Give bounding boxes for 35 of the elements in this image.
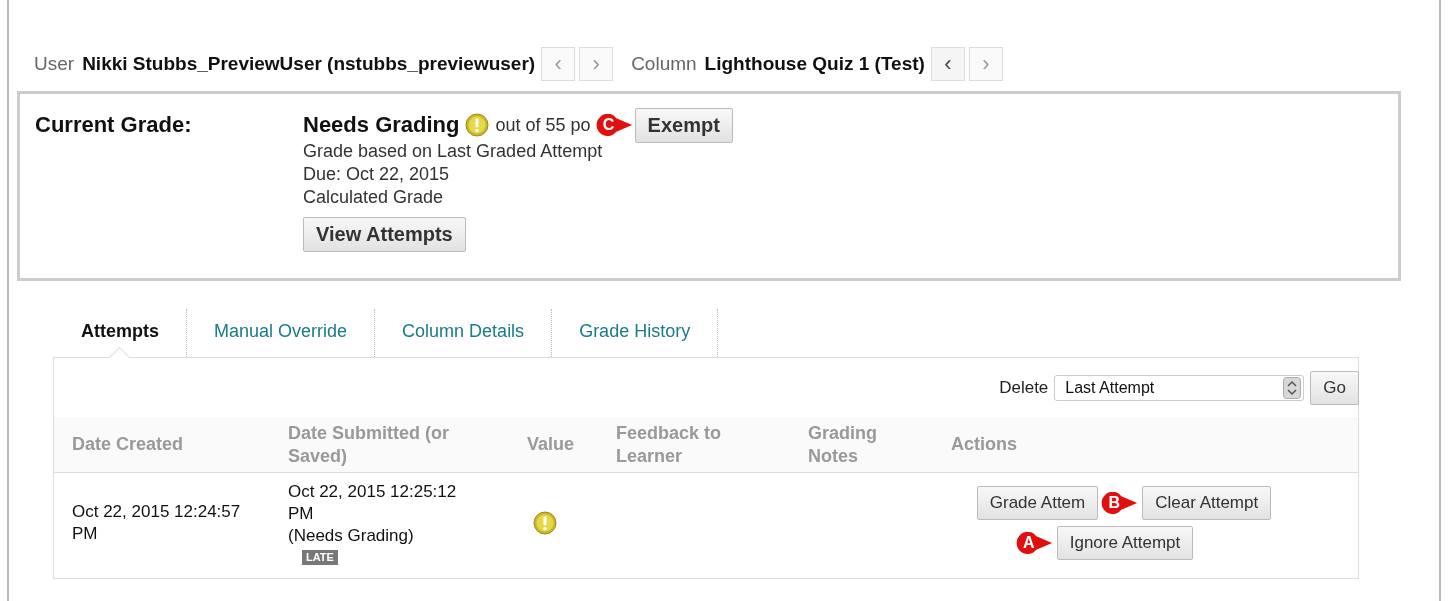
grade-info-text: Calculated Grade (303, 186, 444, 209)
up-down-arrows-icon (1283, 377, 1302, 399)
column-name: Lighthouse Quiz 1 (Test) (704, 53, 925, 75)
points-text: out of 55 po (495, 114, 591, 136)
action-button[interactable]: Grade Attem (976, 486, 1099, 520)
user-name: Nikki Stubbs_PreviewUser (nstubbs_previewuser) (82, 53, 536, 75)
exempt-button[interactable]: Exempt (634, 107, 733, 143)
table-cell-text: Oct 22, 2015 12:24:57 PM (71, 501, 242, 545)
current-grade-label: Current Grade: (35, 112, 193, 139)
callout-marker: B (1100, 489, 1141, 517)
table-cell-text: Oct 22, 2015 12:25:12 PM (288, 481, 458, 525)
user-label: User (34, 53, 75, 75)
warning-icon (533, 511, 557, 535)
column-header: Value (509, 417, 598, 473)
grade-status: Needs Grading (303, 112, 460, 138)
column-header: Grading Notes (790, 417, 933, 473)
action-button[interactable]: Ignore Attempt (1056, 526, 1194, 560)
view-attempts-button[interactable]: View Attempts (303, 217, 466, 252)
callout-marker: C (594, 111, 635, 139)
column-header: Feedback to Learner (598, 417, 790, 473)
late-badge: LATE (302, 550, 338, 565)
grade-info-text: Grade based on Last Graded Attempt (303, 140, 603, 163)
previous-button[interactable]: ‹ (930, 47, 965, 81)
delete-label: Delete (999, 378, 1049, 398)
action-button[interactable]: Clear Attempt (1142, 486, 1272, 520)
column-label: Column (631, 53, 697, 75)
warning-icon (465, 113, 490, 137)
delete-dropdown[interactable]: Last Attempt (1054, 375, 1305, 401)
column-header: Date Created (54, 417, 270, 473)
callout-marker: A (1014, 529, 1055, 557)
go-button[interactable]: Go (1310, 371, 1359, 405)
column-header: Actions (933, 417, 1358, 473)
table-cell-text: (Needs Grading) (288, 525, 415, 547)
column-header: Date Submitted (or Saved) (270, 417, 509, 473)
grade-info-text: Due: Oct 22, 2015 (303, 163, 450, 186)
